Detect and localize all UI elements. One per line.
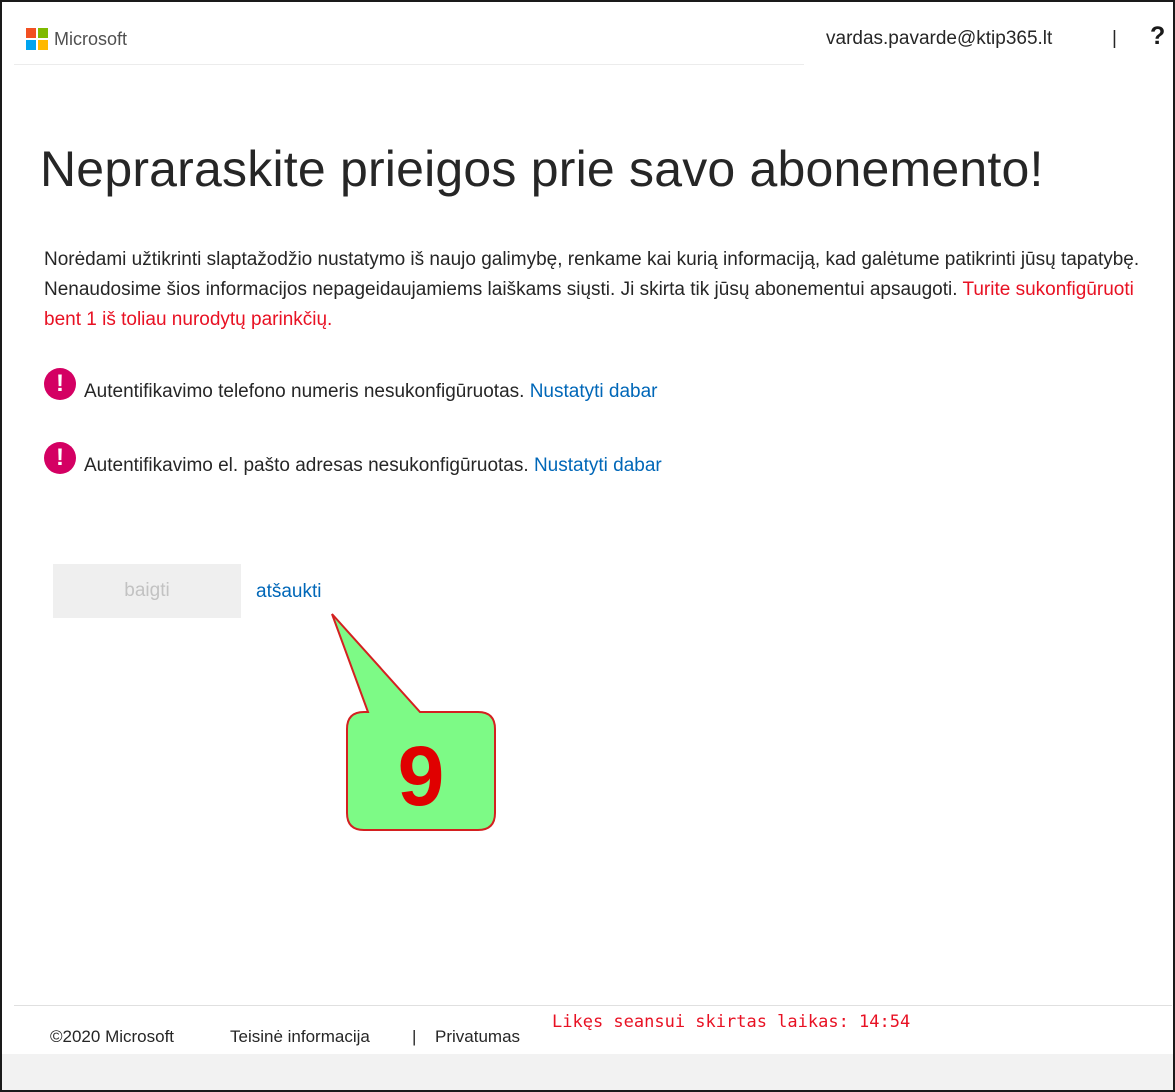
header-divider (14, 64, 804, 65)
microsoft-logo-icon (26, 28, 48, 50)
session-timer: Likęs seansui skirtas laikas: 14:54 (552, 1012, 911, 1032)
brand-name: Microsoft (54, 29, 128, 49)
header: Microsoft vardas.pavarde@ktip365.lt | ? (2, 2, 1173, 64)
page-title: Nepraraskite prieigos prie savo abonemen… (40, 141, 1044, 197)
legal-link[interactable]: Teisinė informacija (230, 1027, 370, 1047)
help-icon[interactable]: ? (1150, 22, 1165, 51)
footer-separator: | (412, 1027, 417, 1046)
email-status-text: Autentifikavimo el. pašto adresas nesuko… (84, 455, 529, 476)
finish-button[interactable]: baigti (53, 564, 241, 618)
footer-bar (2, 1054, 1173, 1090)
copyright: ©2020 Microsoft (50, 1027, 175, 1046)
privacy-link[interactable]: Privatumas (435, 1027, 520, 1047)
header-separator: | (1112, 28, 1117, 49)
footer-divider (14, 1005, 1172, 1006)
phone-status-text: Autentifikavimo telefono numeris nesukon… (84, 381, 525, 402)
alert-icon: ! (44, 442, 76, 474)
phone-status: Autentifikavimo telefono numeris nesukon… (84, 381, 658, 403)
user-email[interactable]: vardas.pavarde@ktip365.lt (826, 28, 1052, 50)
email-setup-link[interactable]: Nustatyti dabar (534, 455, 662, 476)
intro-paragraph: Norėdami užtikrinti slaptažodžio nustaty… (44, 245, 1154, 335)
step-number-label: 9 (397, 729, 445, 823)
phone-setup-link[interactable]: Nustatyti dabar (530, 381, 658, 402)
browser-frame: Microsoft vardas.pavarde@ktip365.lt | ? … (0, 0, 1175, 1092)
email-status: Autentifikavimo el. pašto adresas nesuko… (84, 455, 662, 477)
cancel-link[interactable]: atšaukti (256, 581, 321, 603)
alert-icon: ! (44, 368, 76, 400)
